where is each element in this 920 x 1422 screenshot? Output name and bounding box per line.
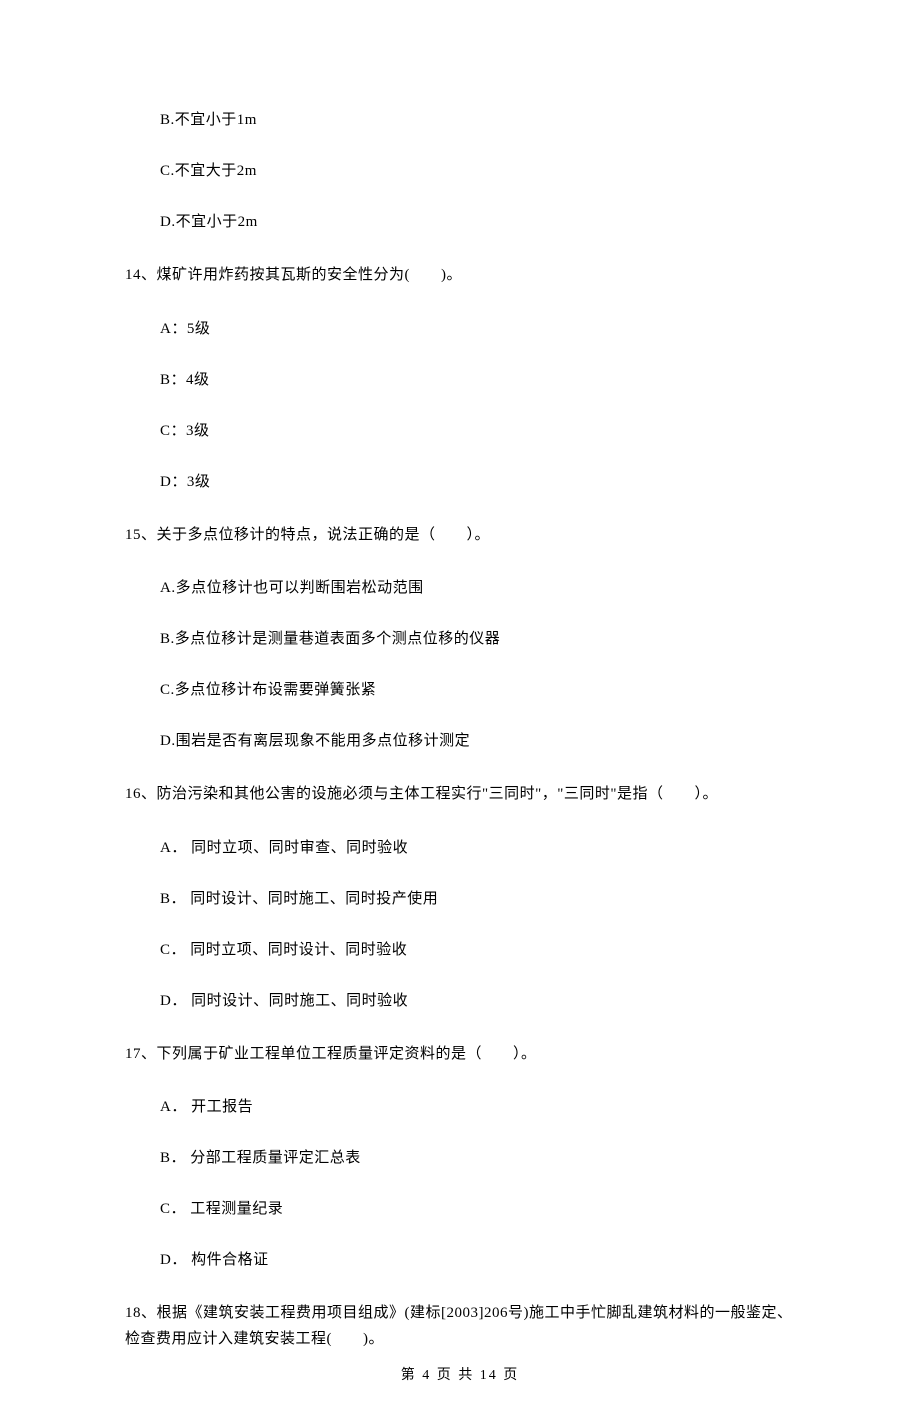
q16-option-a: A． 同时立项、同时审查、同时验收 (160, 838, 795, 859)
page-footer: 第 4 页 共 14 页 (0, 1364, 920, 1384)
q13-option-c: C.不宜大于2m (160, 161, 795, 182)
document-page: B.不宜小于1m C.不宜大于2m D.不宜小于2m 14、煤矿许用炸药按其瓦斯… (0, 0, 920, 1422)
q15-option-b: B.多点位移计是测量巷道表面多个测点位移的仪器 (160, 629, 795, 650)
q13-option-b: B.不宜小于1m (160, 110, 795, 131)
q17-option-b: B． 分部工程质量评定汇总表 (160, 1148, 795, 1169)
q17-option-d: D． 构件合格证 (160, 1250, 795, 1271)
q14-option-b: B：4级 (160, 370, 795, 391)
q13-option-d: D.不宜小于2m (160, 212, 795, 233)
q17-option-a: A． 开工报告 (160, 1097, 795, 1118)
q14-option-a: A：5级 (160, 319, 795, 340)
q16-stem: 16、防治污染和其他公害的设施必须与主体工程实行"三同时"，"三同时"是指（ ）… (125, 782, 795, 808)
q14-option-c: C：3级 (160, 421, 795, 442)
q16-option-d: D． 同时设计、同时施工、同时验收 (160, 991, 795, 1012)
q14-stem: 14、煤矿许用炸药按其瓦斯的安全性分为( )。 (125, 263, 795, 289)
q18-stem: 18、根据《建筑安装工程费用项目组成》(建标[2003]206号)施工中手忙脚乱… (125, 1301, 795, 1352)
q14-option-d: D：3级 (160, 472, 795, 493)
q15-option-d: D.围岩是否有离层现象不能用多点位移计测定 (160, 731, 795, 752)
q15-option-a: A.多点位移计也可以判断围岩松动范围 (160, 578, 795, 599)
q17-option-c: C． 工程测量纪录 (160, 1199, 795, 1220)
q16-option-b: B． 同时设计、同时施工、同时投产使用 (160, 889, 795, 910)
q17-stem: 17、下列属于矿业工程单位工程质量评定资料的是（ ）。 (125, 1042, 795, 1068)
q15-stem: 15、关于多点位移计的特点，说法正确的是（ ）。 (125, 523, 795, 549)
q16-option-c: C． 同时立项、同时设计、同时验收 (160, 940, 795, 961)
q15-option-c: C.多点位移计布设需要弹簧张紧 (160, 680, 795, 701)
